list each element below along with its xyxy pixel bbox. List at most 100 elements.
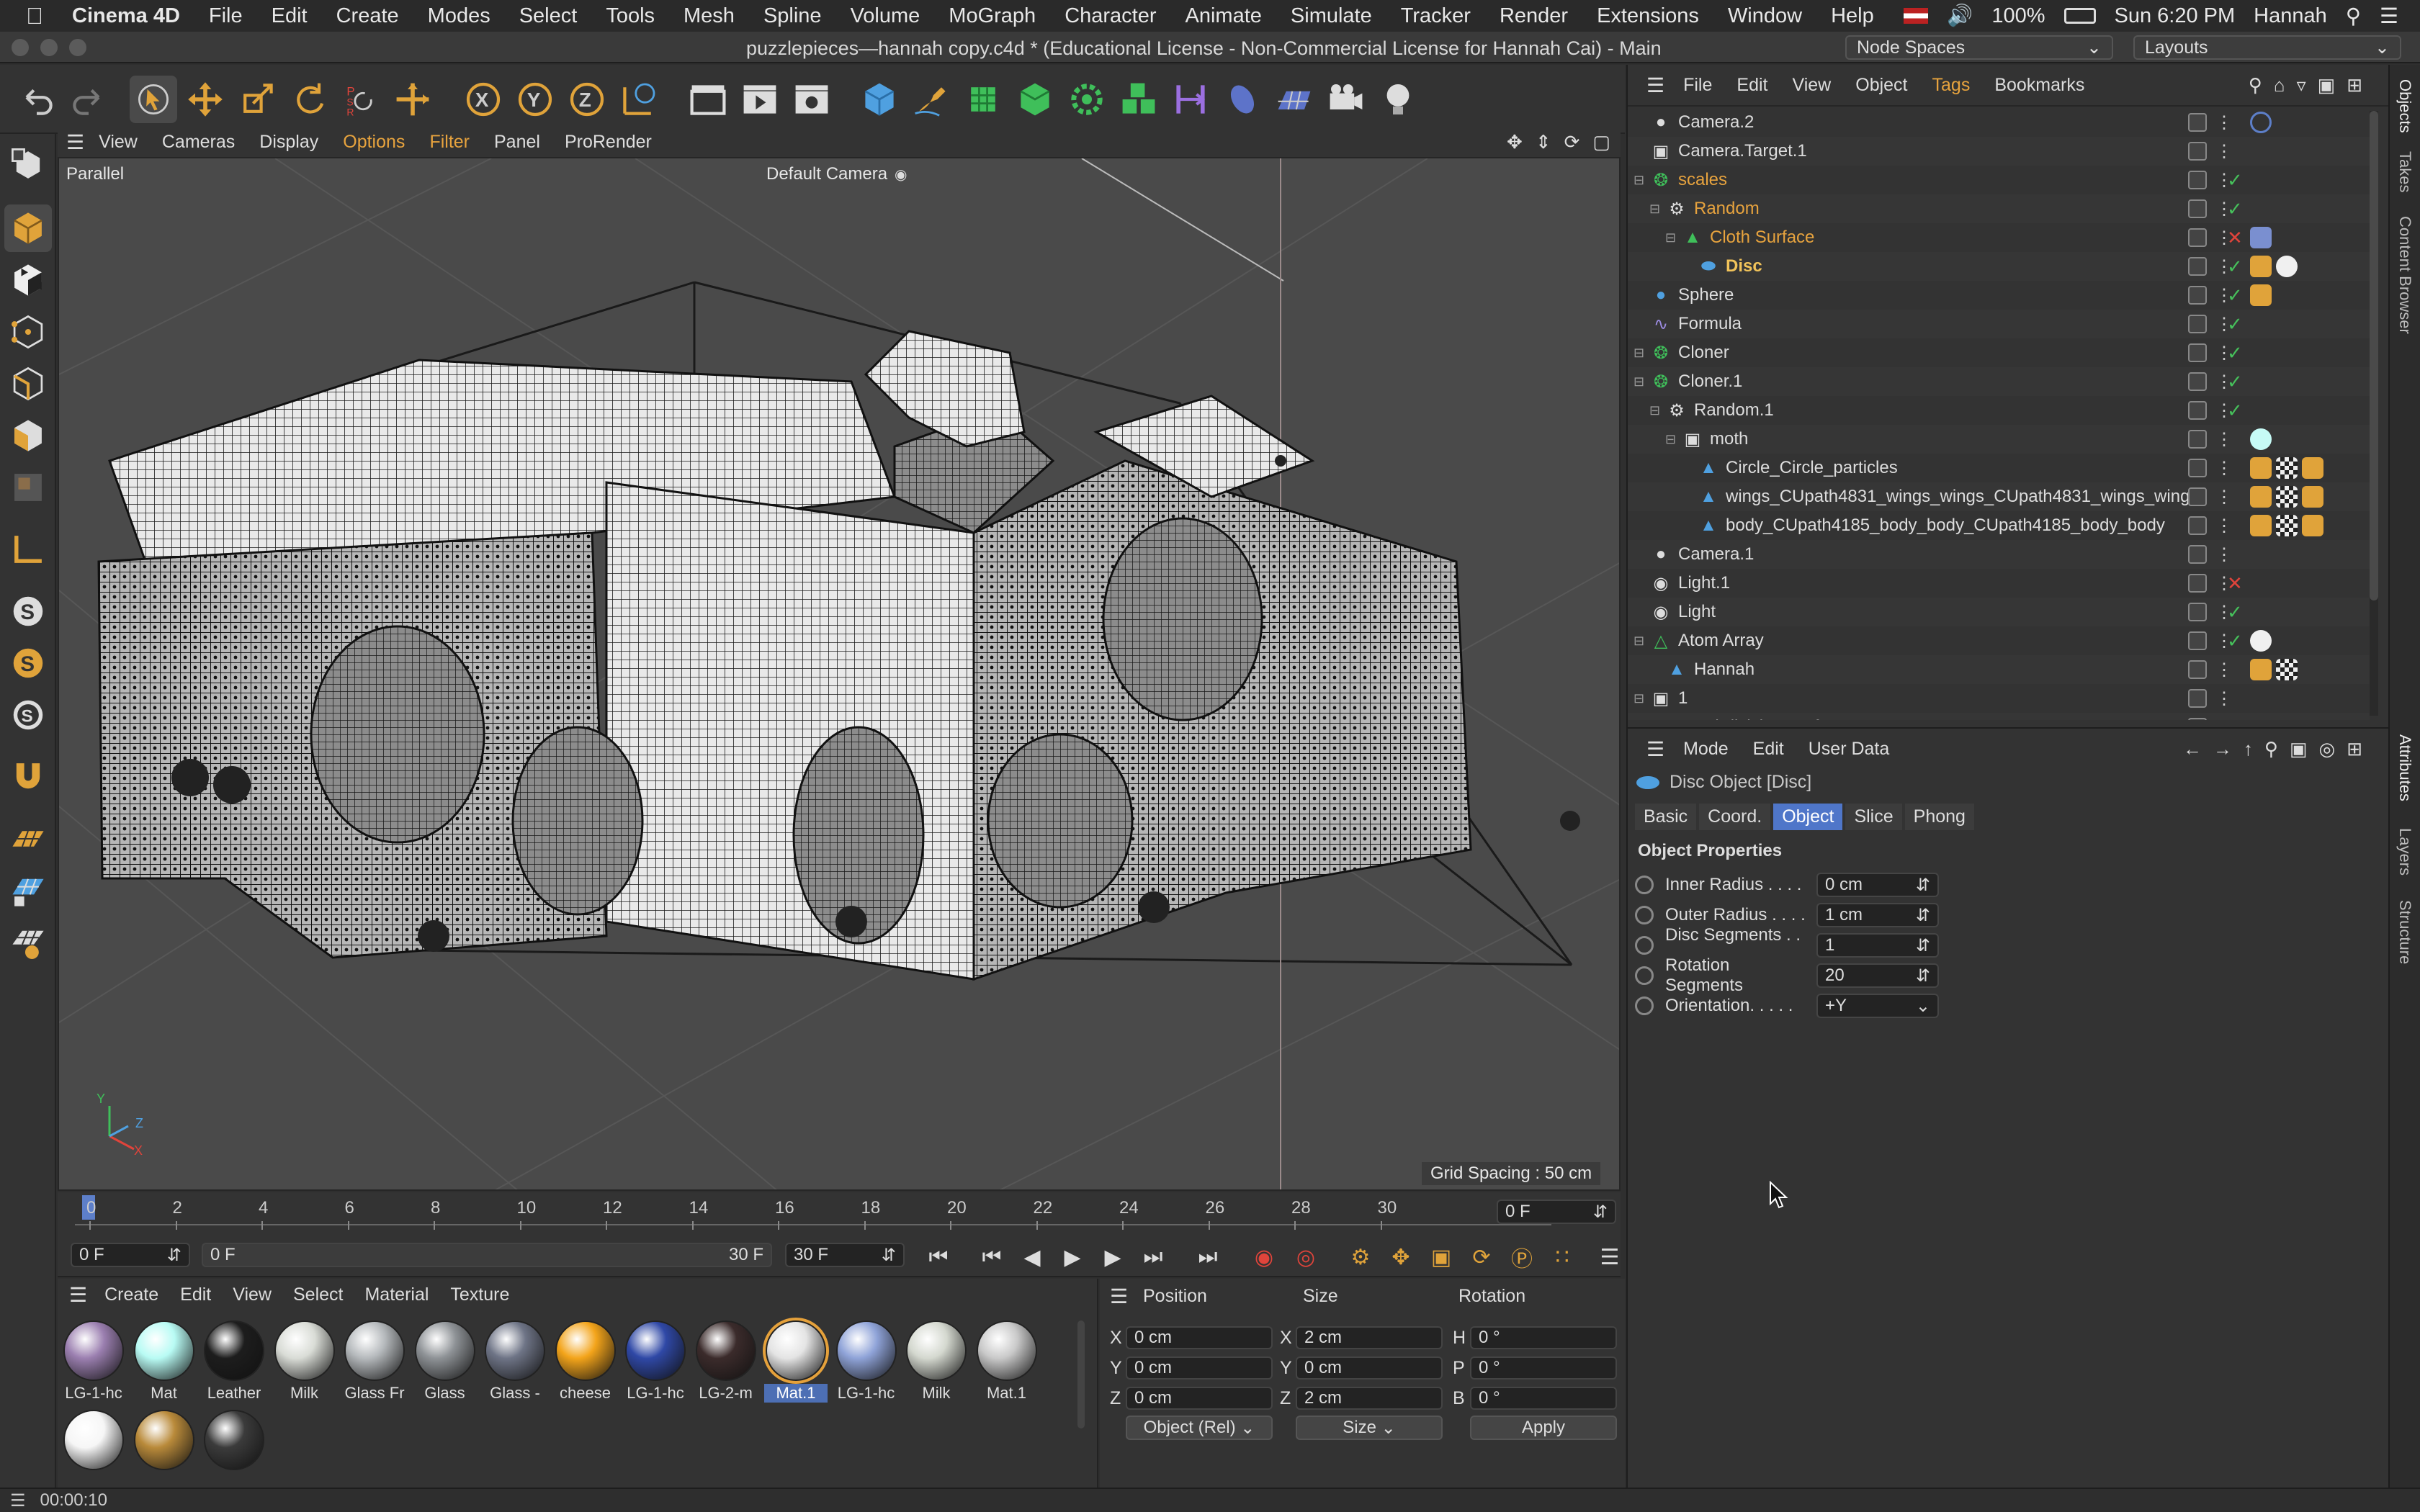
material-menu-view[interactable]: View — [233, 1284, 272, 1305]
expand-toggle-icon[interactable]: ⊟ — [1634, 374, 1651, 390]
toggle-view-icon[interactable]: ▢ — [1592, 131, 1610, 153]
visibility-dots[interactable]: ⋮ — [2215, 458, 2233, 479]
enable-toggle[interactable]: ✓ — [2227, 313, 2243, 336]
menu-edit[interactable]: Edit — [272, 4, 308, 28]
enable-toggle[interactable]: ✓ — [2227, 169, 2243, 192]
coordinate-system-button[interactable] — [615, 76, 663, 123]
cube-object-button[interactable] — [856, 76, 903, 123]
material-swatch[interactable]: cheese — [554, 1320, 617, 1403]
attribute-menu-user-data[interactable]: User Data — [1809, 739, 1890, 760]
user-name[interactable]: Hannah — [2254, 4, 2327, 28]
battery-icon[interactable] — [2063, 8, 2096, 24]
render-settings-button[interactable] — [788, 76, 835, 123]
visibility-dots[interactable]: ⋮ — [2215, 429, 2233, 450]
home-icon[interactable]: ⌂ — [2274, 74, 2285, 96]
position-x-field[interactable]: 0 cm — [1126, 1326, 1273, 1349]
side-tab-takes[interactable]: Takes — [2396, 151, 2414, 192]
panel-menu-icon[interactable]: ☰ — [1646, 73, 1664, 97]
object-menu-bookmarks[interactable]: Bookmarks — [1994, 75, 2084, 96]
lock-x-axis-button[interactable]: X — [460, 76, 507, 123]
material-swatch[interactable]: Mat.1 — [763, 1318, 829, 1403]
go-to-end-button[interactable]: ⏭ — [1191, 1243, 1224, 1272]
object-row-cloner[interactable]: ⊟ ❂ Cloner ⋮ ✓ — [1628, 338, 2370, 367]
object-menu-file[interactable]: File — [1683, 75, 1712, 96]
record-rotation-icon[interactable]: ⟳ — [1465, 1243, 1498, 1272]
object-row-camera-2[interactable]: ● Camera.2 ⋮ — [1628, 108, 2370, 137]
lock-icon[interactable]: ▣ — [2290, 738, 2308, 760]
pen-spline-button[interactable] — [908, 76, 955, 123]
scale-tool-button[interactable] — [233, 76, 281, 123]
layouts-dropdown[interactable]: Layouts ⌄ — [2133, 35, 2401, 60]
menu-extensions[interactable]: Extensions — [1597, 4, 1699, 28]
quantize-button[interactable] — [4, 919, 52, 966]
move-tool-button[interactable] — [182, 76, 229, 123]
check-tag-icon[interactable] — [2276, 659, 2298, 680]
layer-checkbox[interactable] — [2188, 286, 2207, 305]
spotlight-search-icon[interactable]: ⚲ — [2346, 4, 2361, 29]
side-tab-objects[interactable]: Objects — [2396, 79, 2414, 133]
menu-help[interactable]: Help — [1831, 4, 1874, 28]
visibility-dots[interactable]: ⋮ — [2215, 544, 2233, 565]
size-x-field[interactable]: 2 cm — [1296, 1326, 1443, 1349]
search-icon[interactable]: ⚲ — [2264, 738, 2278, 760]
material-menu-edit[interactable]: Edit — [180, 1284, 211, 1305]
material-swatch[interactable]: Glass Fr — [343, 1320, 406, 1403]
visibility-dots[interactable]: ⋮ — [2215, 112, 2233, 133]
close-window-button[interactable] — [12, 39, 29, 56]
object-list-scrollbar[interactable] — [2370, 111, 2378, 716]
tab-slice[interactable]: Slice — [1845, 804, 1902, 830]
frame-range-slider[interactable]: 0 F 30 F — [202, 1243, 772, 1267]
object-row-cloth-surface[interactable]: ⊟ ▲ Cloth Surface ⋮ ✕ — [1628, 223, 2370, 252]
viewport-menu-panel[interactable]: Panel — [494, 132, 540, 153]
orange-tag-icon[interactable] — [2302, 486, 2323, 508]
viewport-menu-options[interactable]: Options — [343, 132, 405, 153]
autokey-button[interactable]: ◎ — [1289, 1243, 1322, 1272]
menu-create[interactable]: Create — [336, 4, 399, 28]
visibility-dots[interactable]: ⋮ — [2215, 717, 2233, 721]
layer-checkbox[interactable] — [2188, 430, 2207, 449]
subdivision-surface-button[interactable] — [959, 76, 1007, 123]
material-menu-texture[interactable]: Texture — [450, 1284, 509, 1305]
size-mode-dropdown[interactable]: Size ⌄ — [1296, 1416, 1443, 1440]
visibility-dots[interactable]: ⋮ — [2215, 660, 2233, 680]
start-frame-field[interactable]: 0 F ⇵ — [71, 1243, 190, 1267]
object-row-scales[interactable]: ⊟ ❂ scales ⋮ ✓ — [1628, 166, 2370, 194]
object-row-1[interactable]: ⊟ ▣ 1 ⋮ — [1628, 684, 2370, 713]
polygons-mode-button[interactable] — [4, 412, 52, 459]
menu-tools[interactable]: Tools — [606, 4, 655, 28]
material-swatch[interactable]: Milk — [273, 1320, 336, 1403]
viewport-menu-filter[interactable]: Filter — [429, 132, 470, 153]
orange-tag-icon[interactable] — [2250, 256, 2272, 277]
enable-toggle[interactable]: ✓ — [2227, 284, 2243, 307]
object-row-cloner-1[interactable]: ⊟ ❂ Cloner.1 ⋮ ✓ — [1628, 367, 2370, 396]
object-row-moth[interactable]: ⊟ ▣ moth ⋮ — [1628, 425, 2370, 454]
enable-toggle[interactable]: ✓ — [2227, 601, 2243, 624]
position-z-field[interactable]: 0 cm — [1126, 1387, 1273, 1410]
camera-link-icon[interactable]: ◉ — [895, 166, 907, 184]
apply-button[interactable]: Apply — [1470, 1416, 1617, 1440]
layer-checkbox[interactable] — [2188, 228, 2207, 247]
menu-character[interactable]: Character — [1065, 4, 1156, 28]
new-manager-icon[interactable]: ⊞ — [2347, 74, 2362, 96]
layer-checkbox[interactable] — [2188, 516, 2207, 535]
material-menu-select[interactable]: Select — [293, 1284, 343, 1305]
layer-checkbox[interactable] — [2188, 545, 2207, 564]
white-tag-icon[interactable] — [2276, 256, 2298, 277]
material-menu-material[interactable]: Material — [364, 1284, 429, 1305]
viewport-menu-view[interactable]: View — [99, 132, 138, 153]
layer-checkbox[interactable] — [2188, 113, 2207, 132]
scrollbar-thumb[interactable] — [2370, 111, 2378, 600]
layer-checkbox[interactable] — [2188, 372, 2207, 391]
panel-menu-icon[interactable]: ☰ — [10, 1490, 26, 1511]
record-button[interactable]: ◉ — [1247, 1243, 1281, 1272]
menu-volume[interactable]: Volume — [851, 4, 920, 28]
record-position-icon[interactable]: ✥ — [1384, 1243, 1417, 1272]
minimize-window-button[interactable] — [40, 39, 58, 56]
lock-z-axis-button[interactable]: Z — [563, 76, 611, 123]
layer-checkbox[interactable] — [2188, 487, 2207, 506]
back-arrow-icon[interactable]: ← — [2183, 738, 2202, 760]
model-mode-button[interactable] — [4, 204, 52, 252]
app-menu[interactable]: Cinema 4D — [72, 4, 180, 28]
object-row-body-cupath4185-body-body-cupath4185-body-body[interactable]: ▲ body_CUpath4185_body_body_CUpath4185_bo… — [1628, 511, 2370, 540]
previous-frame-button[interactable]: ◀ — [1016, 1243, 1049, 1272]
